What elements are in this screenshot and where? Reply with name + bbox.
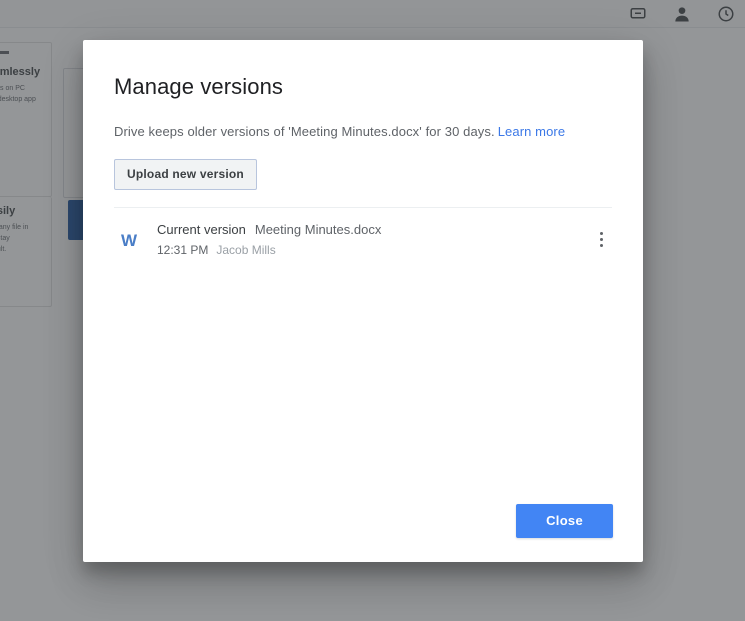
svg-text:W: W: [121, 231, 138, 250]
version-item-text: Current version Meeting Minutes.docx 12:3…: [157, 221, 587, 258]
more-dot: [599, 244, 603, 247]
version-time: 12:31 PM: [157, 243, 209, 257]
version-secondary-line: 12:31 PM Jacob Mills: [157, 242, 587, 258]
more-vertical-icon[interactable]: [587, 226, 615, 254]
dialog-description-text: Drive keeps older versions of 'Meeting M…: [114, 124, 495, 139]
upload-new-version-button[interactable]: Upload new version: [114, 159, 257, 190]
screen: Work seamlessly Access your files on PC …: [0, 0, 745, 621]
version-filename: Meeting Minutes.docx: [254, 222, 382, 237]
more-dot: [599, 232, 603, 235]
word-document-icon: W: [114, 225, 144, 255]
version-list: W Current version Meeting Minutes.docx 12…: [83, 208, 643, 504]
dialog-footer: Close: [83, 504, 643, 562]
version-author: Jacob Mills: [216, 243, 276, 257]
version-label: Current version: [157, 222, 246, 237]
dialog-title: Manage versions: [114, 74, 284, 99]
manage-versions-dialog: Manage versions Drive keeps older versio…: [83, 40, 643, 562]
more-dot: [599, 238, 603, 241]
learn-more-link[interactable]: Learn more: [498, 124, 565, 139]
version-primary-line: Current version Meeting Minutes.docx: [157, 221, 587, 239]
dialog-description: Drive keeps older versions of 'Meeting M…: [114, 123, 643, 141]
version-list-item[interactable]: W Current version Meeting Minutes.docx 12…: [83, 208, 643, 271]
close-button[interactable]: Close: [516, 504, 613, 538]
